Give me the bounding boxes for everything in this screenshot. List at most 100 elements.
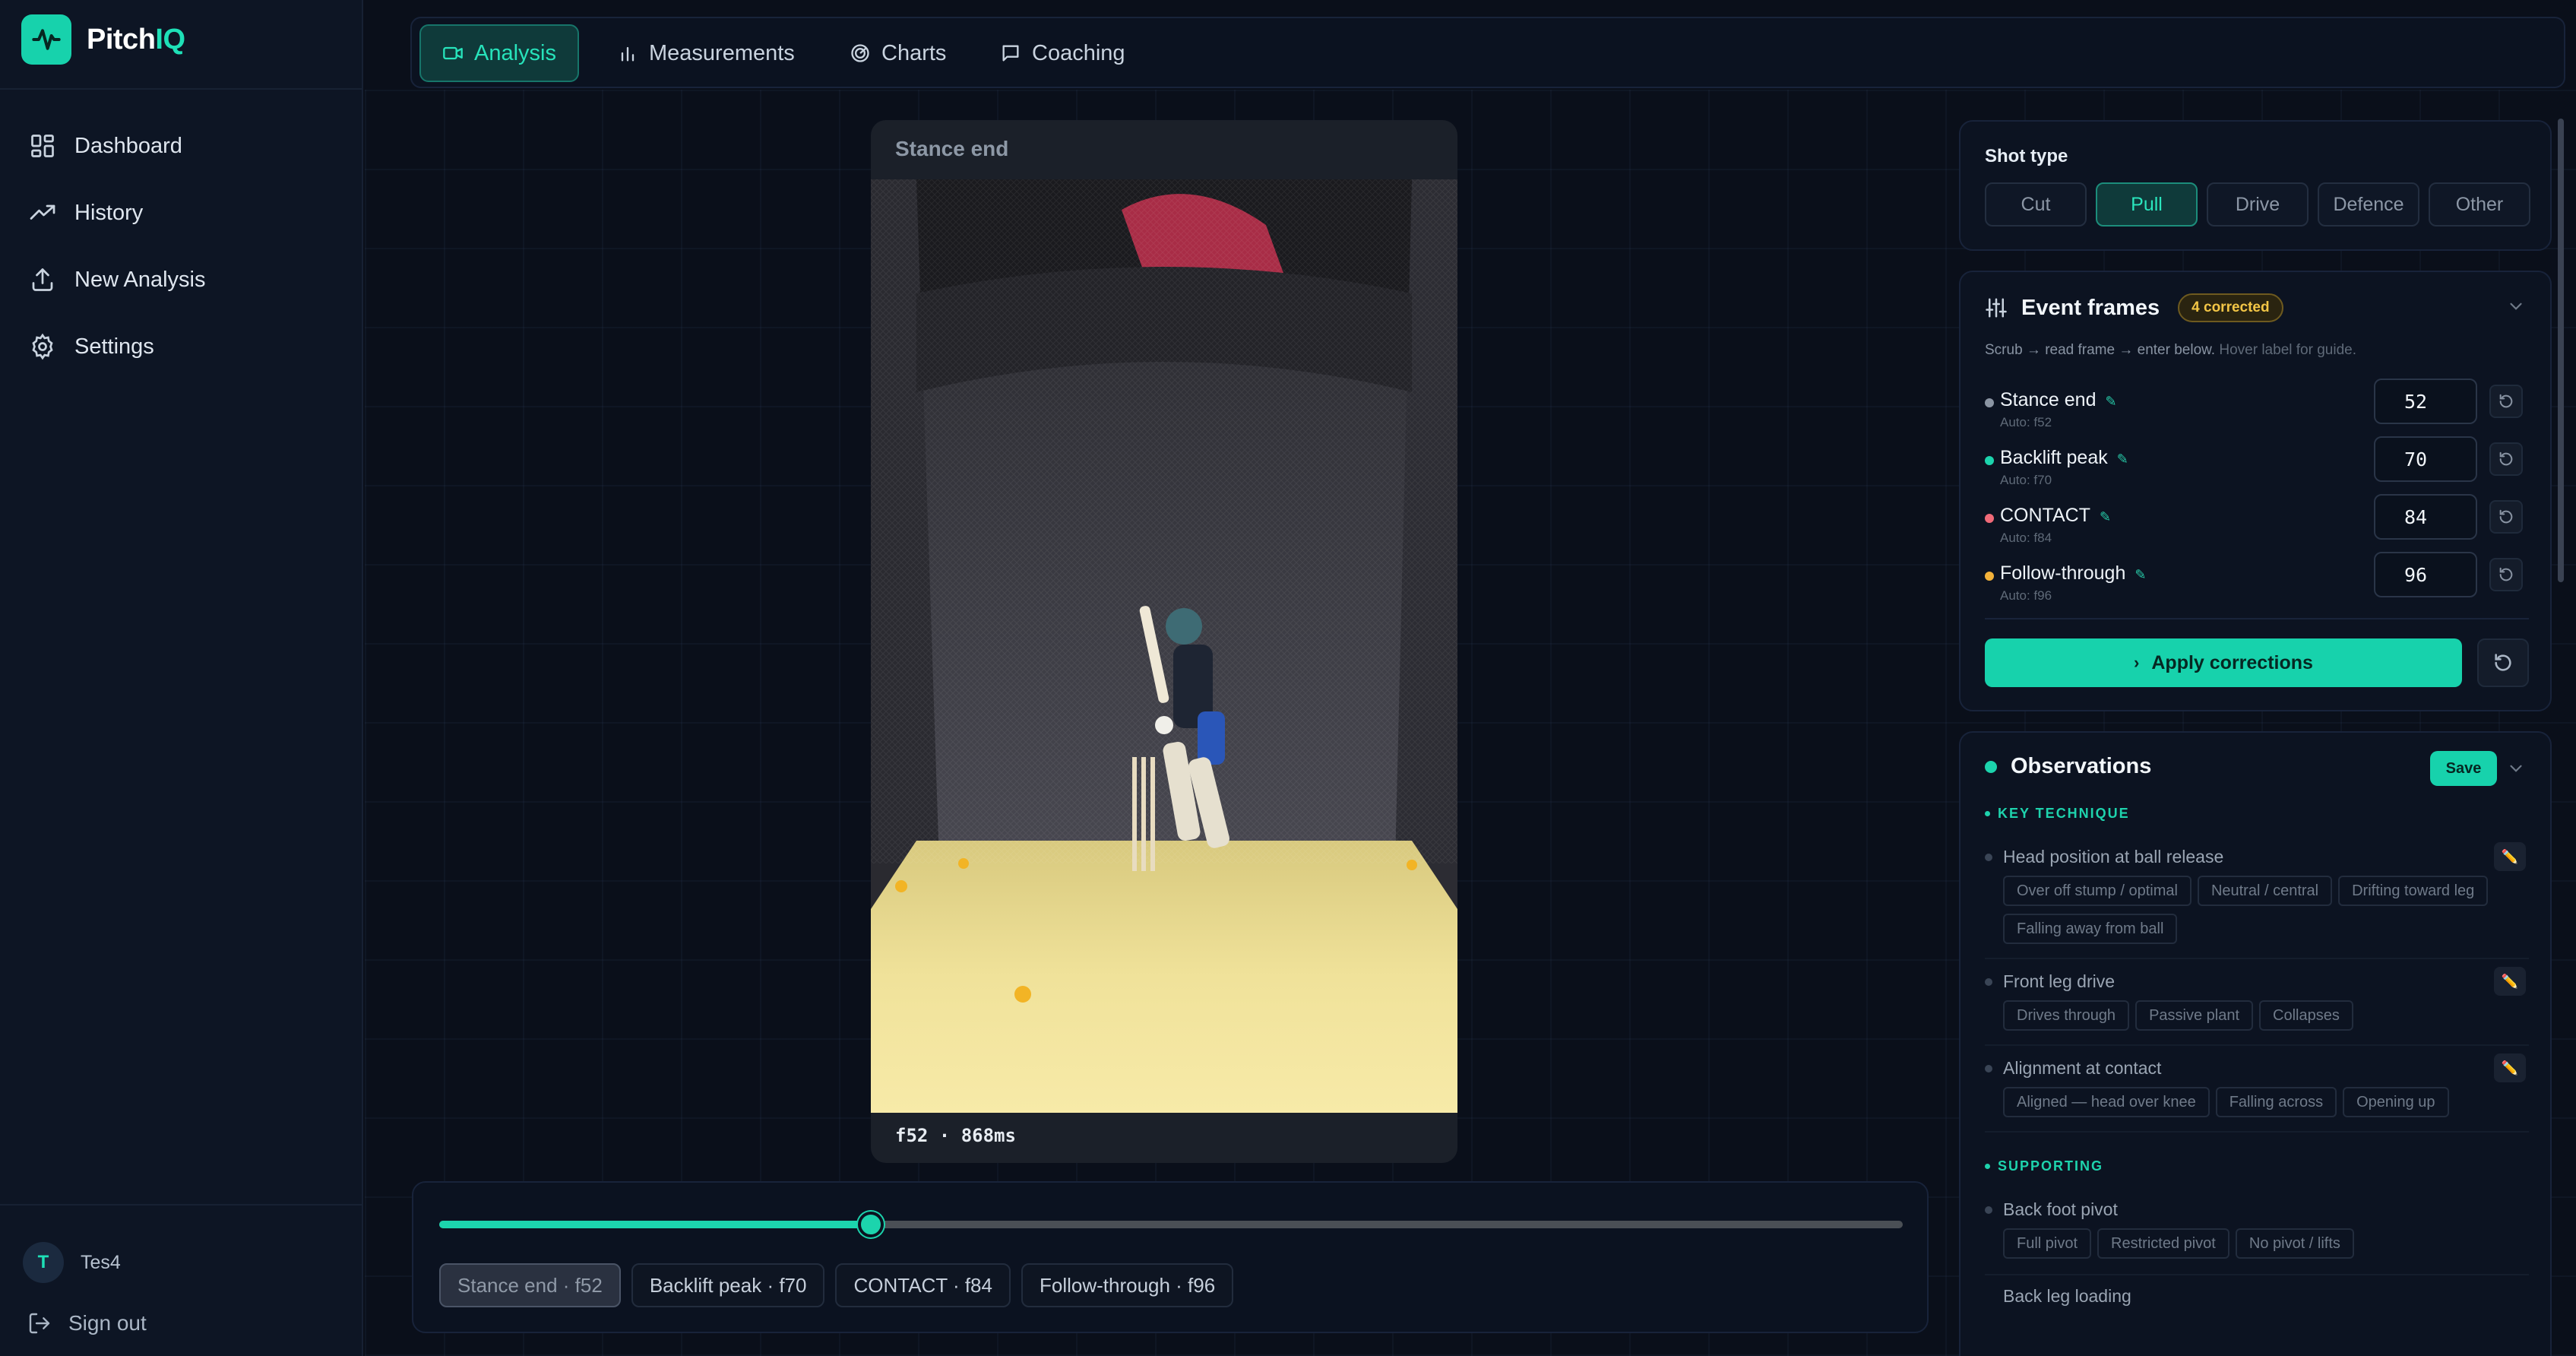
option-chip[interactable]: Opening up xyxy=(2343,1087,2449,1117)
edited-pencil-icon: ✎ xyxy=(2099,509,2112,524)
logout-icon xyxy=(29,1313,50,1334)
option-chip[interactable]: Passive plant xyxy=(2135,1000,2254,1031)
brand[interactable]: PitchIQ xyxy=(21,14,185,65)
apply-corrections-button[interactable]: › Apply corrections xyxy=(1985,638,2462,687)
reset-row-button[interactable] xyxy=(2489,385,2523,418)
tab-measurements[interactable]: Measurements xyxy=(596,24,816,82)
event-frames-header[interactable]: Event frames 4 corrected xyxy=(1985,293,2283,322)
edited-pencil-icon: ✎ xyxy=(2105,394,2117,409)
event-dot xyxy=(1985,572,1994,581)
right-panel-scrollbar[interactable] xyxy=(2555,112,2567,1298)
chevron-right-icon: › xyxy=(2134,653,2140,672)
option-chip[interactable]: Collapses xyxy=(2259,1000,2353,1031)
event-name-text: Follow-through xyxy=(2000,562,2126,584)
undo-icon xyxy=(2495,654,2511,671)
option-chip[interactable]: Drifting toward leg xyxy=(2338,876,2489,906)
option-chips: Over off stump / optimal Neutral / centr… xyxy=(2003,876,2505,944)
sign-out-button[interactable]: Sign out xyxy=(27,1311,147,1335)
edit-pencil-button[interactable]: ✏️ xyxy=(2494,967,2526,996)
sidebar-item-new-analysis[interactable]: New Analysis xyxy=(0,246,363,313)
event-frame-input[interactable]: 84 xyxy=(2374,494,2477,540)
tab-charts[interactable]: Charts xyxy=(828,24,967,82)
tab-label: Analysis xyxy=(474,40,556,65)
brand-name-prefix: Pitch xyxy=(87,23,156,55)
chevron-down-icon[interactable] xyxy=(2506,759,2526,778)
timeline-progress-fill xyxy=(439,1221,872,1228)
timeline-slider[interactable] xyxy=(439,1212,1903,1237)
option-chip[interactable]: Over off stump / optimal xyxy=(2003,876,2191,906)
save-button[interactable]: Save xyxy=(2430,751,2497,786)
option-chip[interactable]: Full pivot xyxy=(2003,1228,2092,1259)
sidebar-item-settings[interactable]: Settings xyxy=(0,313,363,380)
event-name[interactable]: CONTACT ✎ xyxy=(2000,505,2111,527)
sign-out-label: Sign out xyxy=(68,1311,147,1335)
message-icon xyxy=(1002,45,1019,62)
chevron-down-icon[interactable] xyxy=(2506,296,2526,316)
event-frames-hint: Scrub → read frame → enter below. Hover … xyxy=(1985,342,2356,359)
sidebar: PitchIQ Dashboard History New Analysis S… xyxy=(0,0,363,1356)
brand-name-accent: IQ xyxy=(155,23,185,55)
event-name[interactable]: Follow-through ✎ xyxy=(2000,562,2146,585)
shot-type-cut[interactable]: Cut xyxy=(1985,182,2087,227)
option-chip[interactable]: Aligned — head over knee xyxy=(2003,1087,2210,1117)
video-frame[interactable] xyxy=(871,179,1457,1113)
event-name-text: Backlift peak xyxy=(2000,447,2108,468)
event-chip-contact[interactable]: CONTACT · f84 xyxy=(835,1263,1011,1307)
observations-card: Observations Save KEY TECHNIQUE Head pos… xyxy=(1959,731,2552,1356)
tab-coaching[interactable]: Coaching xyxy=(979,24,1147,82)
trend-up-icon xyxy=(30,204,55,220)
tab-label: Charts xyxy=(881,40,947,65)
user-profile[interactable]: T Tes4 xyxy=(23,1242,121,1283)
video-icon xyxy=(443,46,463,60)
sidebar-divider xyxy=(0,88,363,90)
option-chip[interactable]: Falling away from ball xyxy=(2003,914,2178,944)
reset-row-button[interactable] xyxy=(2489,500,2523,534)
timeline-panel: Stance end · f52 Backlift peak · f70 CON… xyxy=(412,1181,1929,1333)
event-dot xyxy=(1985,456,1994,465)
event-frame-input[interactable]: 70 xyxy=(2374,436,2477,482)
observations-header[interactable]: Observations xyxy=(1985,754,2151,779)
event-chip-stance-end[interactable]: Stance end · f52 xyxy=(439,1263,621,1307)
question-back-leg-loading: Back leg loading xyxy=(2003,1286,2131,1306)
scrollbar-thumb[interactable] xyxy=(2558,119,2564,582)
gear-icon xyxy=(32,333,53,360)
sidebar-item-label: New Analysis xyxy=(74,267,206,292)
shot-type-pull[interactable]: Pull xyxy=(2096,182,2198,227)
upload-icon xyxy=(32,268,53,291)
option-chip[interactable]: No pivot / lifts xyxy=(2235,1228,2354,1259)
option-chip[interactable]: Neutral / central xyxy=(2197,876,2333,906)
event-chip-backlift-peak[interactable]: Backlift peak · f70 xyxy=(631,1263,825,1307)
event-chip-follow-through[interactable]: Follow-through · f96 xyxy=(1021,1263,1234,1307)
option-chip[interactable]: Drives through xyxy=(2003,1000,2130,1031)
undo-icon xyxy=(2499,394,2513,408)
event-name[interactable]: Stance end ✎ xyxy=(2000,389,2117,411)
shot-type-other[interactable]: Other xyxy=(2429,182,2530,227)
status-dot xyxy=(1985,760,1997,773)
reset-row-button[interactable] xyxy=(2489,558,2523,591)
tab-analysis[interactable]: Analysis xyxy=(419,24,579,82)
event-name-text: CONTACT xyxy=(2000,505,2090,526)
question-title-text: Alignment at contact xyxy=(2003,1058,2162,1078)
batsman-net-frame-image xyxy=(871,179,1457,1113)
edited-pencil-icon: ✎ xyxy=(2116,451,2128,467)
event-name-text: Stance end xyxy=(2000,389,2097,410)
shot-type-drive[interactable]: Drive xyxy=(2207,182,2309,227)
event-frame-input[interactable]: 96 xyxy=(2374,552,2477,597)
option-chip[interactable]: Falling across xyxy=(2215,1087,2337,1117)
sidebar-item-history[interactable]: History xyxy=(0,179,363,246)
option-chip[interactable]: Restricted pivot xyxy=(2097,1228,2229,1259)
pencil-icon: ✏️ xyxy=(2501,1060,2519,1076)
reset-all-button[interactable] xyxy=(2477,638,2529,687)
reset-row-button[interactable] xyxy=(2489,442,2523,476)
shot-type-defence[interactable]: Defence xyxy=(2318,182,2419,227)
sidebar-item-dashboard[interactable]: Dashboard xyxy=(0,112,363,179)
edit-pencil-button[interactable]: ✏️ xyxy=(2494,1053,2526,1082)
edit-pencil-button[interactable]: ✏️ xyxy=(2494,842,2526,871)
timeline-scrubber-handle[interactable] xyxy=(858,1212,885,1237)
question-title: Front leg drive xyxy=(1985,971,2115,992)
event-name[interactable]: Backlift peak ✎ xyxy=(2000,447,2128,469)
divider xyxy=(1985,958,2529,959)
event-frame-input[interactable]: 52 xyxy=(2374,379,2477,424)
section-label-supporting: SUPPORTING xyxy=(1985,1158,2103,1174)
pencil-icon: ✏️ xyxy=(2501,848,2519,864)
